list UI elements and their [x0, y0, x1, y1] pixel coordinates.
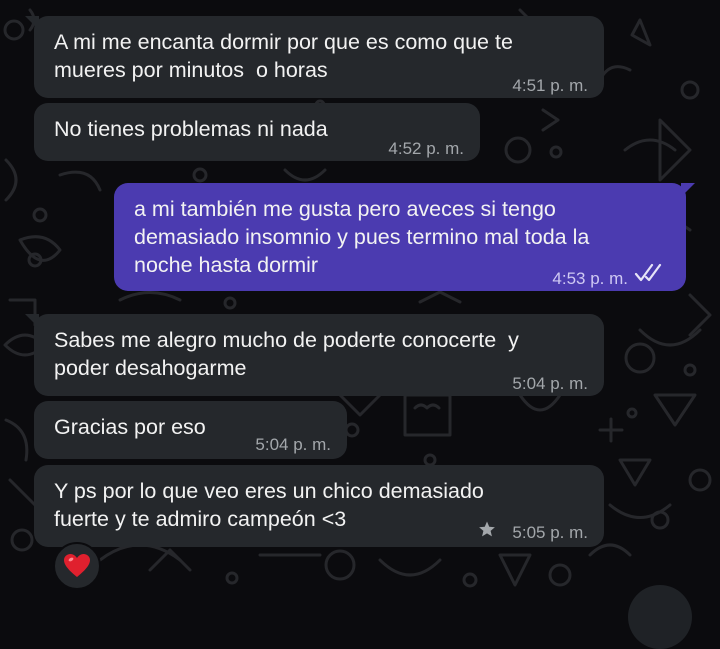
message-text: Gracias por eso [54, 415, 206, 439]
double-check-icon [634, 263, 662, 282]
star-icon [479, 521, 495, 537]
bubble-tail [681, 183, 695, 197]
message-text: a mi también me gusta pero aveces si ten… [134, 197, 590, 277]
message-bubble-outgoing[interactable]: a mi también me gusta pero aveces si ten… [114, 183, 695, 291]
scroll-down-button[interactable] [628, 585, 692, 649]
message-text: Sabes me alegro mucho de poderte conocer… [54, 328, 519, 380]
bubble-tail [25, 16, 39, 30]
message-timestamp: 5:04 p. m. [512, 374, 588, 393]
red-heart-icon [64, 554, 90, 577]
message-text: No tienes problemas ni nada [54, 117, 328, 141]
message-timestamp: 5:05 p. m. [512, 523, 588, 542]
message-bubble-incoming[interactable]: Sabes me alegro mucho de poderte conocer… [25, 314, 604, 396]
message-timestamp: 5:04 p. m. [255, 435, 331, 454]
bubble-tail [25, 314, 39, 328]
reaction-badge[interactable] [53, 542, 101, 590]
message-text: A mi me encanta dormir por que es como q… [54, 30, 513, 82]
message-bubble-incoming[interactable]: No tienes problemas ni nada 4:52 p. m. [34, 103, 480, 161]
message-text: Y ps por lo que veo eres un chico demasi… [54, 479, 484, 531]
message-timestamp: 4:51 p. m. [512, 76, 588, 95]
message-timestamp: 4:52 p. m. [388, 139, 464, 158]
message-bubble-incoming[interactable]: Gracias por eso 5:04 p. m. [34, 401, 347, 459]
message-bubble-incoming[interactable]: A mi me encanta dormir por que es como q… [25, 16, 604, 98]
message-timestamp: 4:53 p. m. [552, 269, 628, 288]
message-bubble-incoming[interactable]: Y ps por lo que veo eres un chico demasi… [34, 465, 604, 547]
